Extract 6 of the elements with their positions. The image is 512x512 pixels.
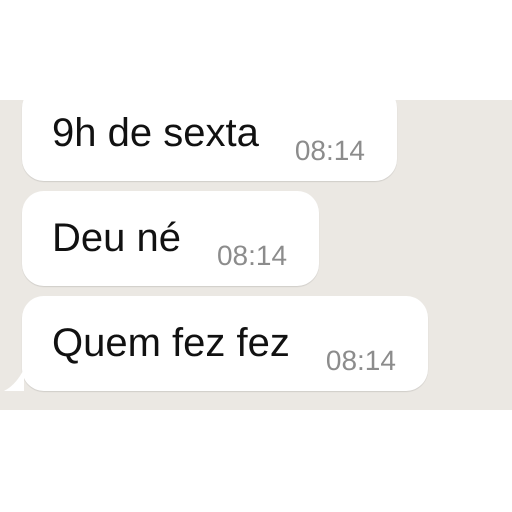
message-text: 9h de sexta bbox=[52, 110, 259, 156]
message-text: Quem fez fez bbox=[52, 320, 290, 366]
message-text: Deu né bbox=[52, 215, 181, 261]
message-time: 08:14 bbox=[294, 135, 365, 167]
message-time: 08:14 bbox=[216, 240, 288, 272]
message-time: 08:14 bbox=[326, 345, 396, 377]
